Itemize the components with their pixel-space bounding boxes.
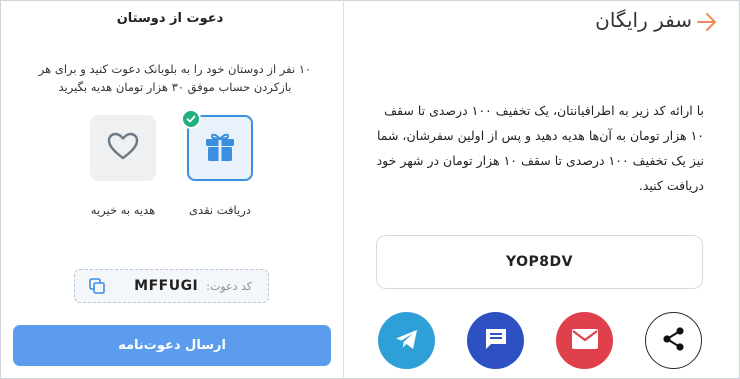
cash-option-label: دریافت نقدی <box>189 203 251 217</box>
heart-icon <box>106 131 140 165</box>
general-share-button[interactable] <box>645 312 702 369</box>
mail-share-button[interactable] <box>556 312 613 369</box>
page-title: سفر رایگان <box>595 8 692 32</box>
gift-icon <box>202 129 238 167</box>
mail-icon <box>570 327 600 355</box>
telegram-share-button[interactable] <box>378 312 435 369</box>
panel-divider <box>343 0 344 379</box>
invite-description: ۱۰ نفر از دوستان خود را به بلوبانک دعوت … <box>38 62 312 94</box>
invite-code: MFFUGI <box>134 278 199 294</box>
send-invitation-button[interactable]: ارسال دعوت‌نامه <box>13 325 331 366</box>
telegram-icon <box>392 324 422 358</box>
referral-code: YOP8DV <box>506 254 573 270</box>
free-ride-description: با ارائه کد زیر به اطرافیانتان، یک تخفیف… <box>376 103 704 193</box>
charity-option-label: هدیه به خیریه <box>90 203 156 217</box>
selected-check-icon <box>181 109 201 129</box>
back-arrow-icon[interactable] <box>694 9 720 35</box>
referral-code-box[interactable]: YOP8DV <box>376 235 703 289</box>
invite-friends-title: دعوت از دوستان <box>116 11 224 26</box>
charity-option[interactable] <box>90 115 156 181</box>
sms-icon <box>482 325 510 357</box>
copy-icon[interactable] <box>88 277 106 295</box>
sms-share-button[interactable] <box>467 312 524 369</box>
invite-code-label: کد دعوت: <box>206 279 252 293</box>
share-icon <box>660 325 688 357</box>
